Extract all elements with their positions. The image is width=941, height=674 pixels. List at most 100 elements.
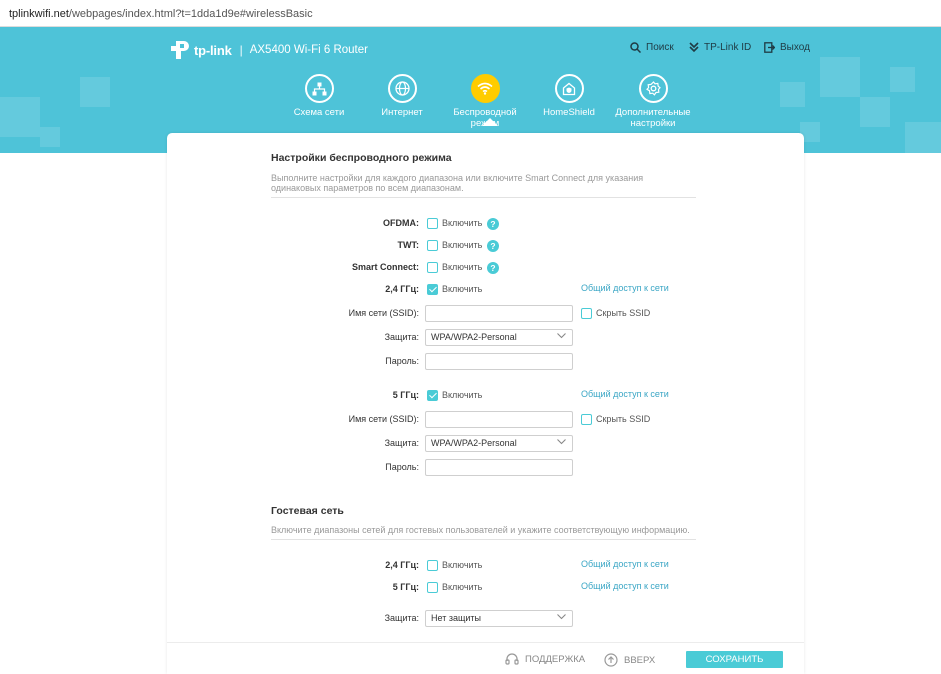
band24-ssid-label: Имя сети (SSID): — [348, 308, 419, 318]
arrow-up-icon — [604, 653, 618, 667]
band5-share-link[interactable]: Общий доступ к сети — [581, 389, 669, 399]
band24-hide-ssid-text: Скрыть SSID — [596, 308, 651, 318]
settings-card: Настройки беспроводного режима Выполните… — [167, 133, 804, 674]
ofdma-checkbox[interactable] — [427, 218, 438, 229]
nav-advanced[interactable]: Дополнительные настройки — [611, 74, 695, 129]
band24-label: 2,4 ГГц: — [385, 284, 419, 294]
nav-advanced-label: Дополнительные настройки — [615, 107, 691, 129]
twt-help-icon[interactable]: ? — [487, 240, 499, 252]
nav-network-map[interactable]: Схема сети — [277, 74, 361, 118]
decor-pixel — [780, 82, 805, 107]
twt-checkbox[interactable] — [427, 240, 438, 251]
guest-band5-enable-text: Включить — [442, 582, 483, 592]
brand-name: tp-link — [194, 42, 232, 58]
divider — [271, 539, 696, 540]
band5-label: 5 ГГц: — [392, 390, 419, 400]
url-text[interactable]: tplinkwifi.net/webpages/index.html?t=1dd… — [9, 8, 313, 20]
decor-pixel — [80, 77, 110, 107]
url-path: /webpages/index.html?t=1dda1d9e#wireless… — [68, 8, 313, 20]
band24-security-select[interactable]: WPA/WPA2-Personal — [425, 329, 573, 346]
logout-link[interactable]: Выход — [764, 42, 810, 53]
smart-connect-label: Smart Connect: — [351, 262, 419, 272]
network-map-icon — [304, 74, 334, 103]
nav-homeshield[interactable]: HomeShield — [527, 74, 611, 118]
tplink-logo[interactable]: tp-link | AX5400 Wi-Fi 6 Router — [168, 39, 368, 61]
chevron-down-icon — [557, 439, 566, 445]
band24-security-value: WPA/WPA2-Personal — [431, 332, 517, 342]
guest-security-select[interactable]: Нет защиты — [425, 610, 573, 627]
band5-password-label: Пароль: — [385, 462, 419, 472]
back-to-top-label: ВВЕРХ — [624, 654, 656, 666]
band5-security-select[interactable]: WPA/WPA2-Personal — [425, 435, 573, 452]
search-icon — [630, 42, 641, 53]
wifi-icon — [470, 74, 500, 103]
band5-password-input[interactable] — [425, 459, 573, 476]
back-to-top-button[interactable]: ВВЕРХ — [604, 653, 655, 667]
nav-homeshield-label: HomeShield — [543, 107, 595, 118]
guest-band5-checkbox[interactable] — [427, 582, 438, 593]
band5-ssid-label: Имя сети (SSID): — [348, 414, 419, 424]
decor-pixel — [40, 127, 60, 147]
band5-hide-ssid-text: Скрыть SSID — [596, 414, 651, 424]
band5-enable-text: Включить — [442, 390, 483, 400]
band24-checkbox[interactable] — [427, 284, 438, 295]
band5-checkbox[interactable] — [427, 390, 438, 401]
section-title-wireless: Настройки беспроводного режима — [271, 152, 452, 164]
logout-label: Выход — [780, 42, 810, 53]
guest-band24-enable-text: Включить — [442, 560, 483, 570]
twt-label: TWT: — [397, 240, 420, 250]
router-model: AX5400 Wi-Fi 6 Router — [249, 44, 368, 56]
tplink-id-label: TP-Link ID — [704, 42, 752, 53]
decor-pixel — [0, 97, 40, 137]
smart-connect-help-icon[interactable]: ? — [487, 262, 499, 274]
decor-pixel — [905, 122, 941, 153]
band24-security-label: Защита: — [384, 332, 419, 342]
guest-security-label: Защита: — [384, 613, 419, 623]
smart-connect-checkbox[interactable] — [427, 262, 438, 273]
globe-icon — [387, 74, 417, 103]
ofdma-help-icon[interactable]: ? — [487, 218, 499, 230]
section-title-guest: Гостевая сеть — [271, 505, 344, 517]
band24-share-link[interactable]: Общий доступ к сети — [581, 283, 669, 293]
divider — [271, 197, 696, 198]
tplink-id-icon — [689, 42, 699, 53]
ofdma-label: OFDMA: — [383, 218, 419, 228]
decor-pixel — [860, 97, 890, 127]
ofdma-enable-text: Включить — [442, 218, 483, 228]
band5-security-label: Защита: — [384, 438, 419, 448]
band24-ssid-input[interactable] — [425, 305, 573, 322]
decor-pixel — [890, 67, 915, 92]
search-link[interactable]: Поиск — [630, 42, 674, 53]
nav-network-map-label: Схема сети — [293, 107, 345, 118]
guest-band24-checkbox[interactable] — [427, 560, 438, 571]
active-nav-pointer — [482, 118, 498, 126]
gear-icon — [638, 74, 668, 103]
band24-password-label: Пароль: — [385, 356, 419, 366]
save-button[interactable]: СОХРАНИТЬ — [686, 651, 783, 668]
smart-connect-enable-text: Включить — [442, 262, 483, 272]
chevron-down-icon — [557, 333, 566, 339]
logout-icon — [764, 42, 775, 53]
band24-enable-text: Включить — [442, 284, 483, 294]
twt-enable-text: Включить — [442, 240, 483, 250]
tplink-id-link[interactable]: TP-Link ID — [689, 42, 751, 53]
band24-hide-ssid-checkbox[interactable] — [581, 308, 592, 319]
section-desc-wireless: Выполните настройки для каждого диапазон… — [271, 173, 644, 193]
guest-band5-share-link[interactable]: Общий доступ к сети — [581, 581, 669, 591]
headset-icon — [505, 653, 519, 665]
support-button[interactable]: ПОДДЕРЖКА — [505, 653, 585, 666]
band24-password-input[interactable] — [425, 353, 573, 370]
support-label: ПОДДЕРЖКА — [525, 654, 586, 665]
guest-band5-label: 5 ГГц: — [392, 582, 419, 592]
logo-divider: | — [239, 43, 243, 57]
nav-internet-label: Интернет — [381, 107, 423, 118]
homeshield-icon — [554, 74, 584, 103]
band5-ssid-input[interactable] — [425, 411, 573, 428]
guest-band24-label: 2,4 ГГц: — [385, 560, 419, 570]
chevron-down-icon — [557, 614, 566, 620]
band5-hide-ssid-checkbox[interactable] — [581, 414, 592, 425]
address-bar[interactable]: tplinkwifi.net/webpages/index.html?t=1dd… — [0, 0, 941, 27]
nav-internet[interactable]: Интернет — [360, 74, 444, 118]
band5-security-value: WPA/WPA2-Personal — [431, 438, 517, 448]
guest-band24-share-link[interactable]: Общий доступ к сети — [581, 559, 669, 569]
